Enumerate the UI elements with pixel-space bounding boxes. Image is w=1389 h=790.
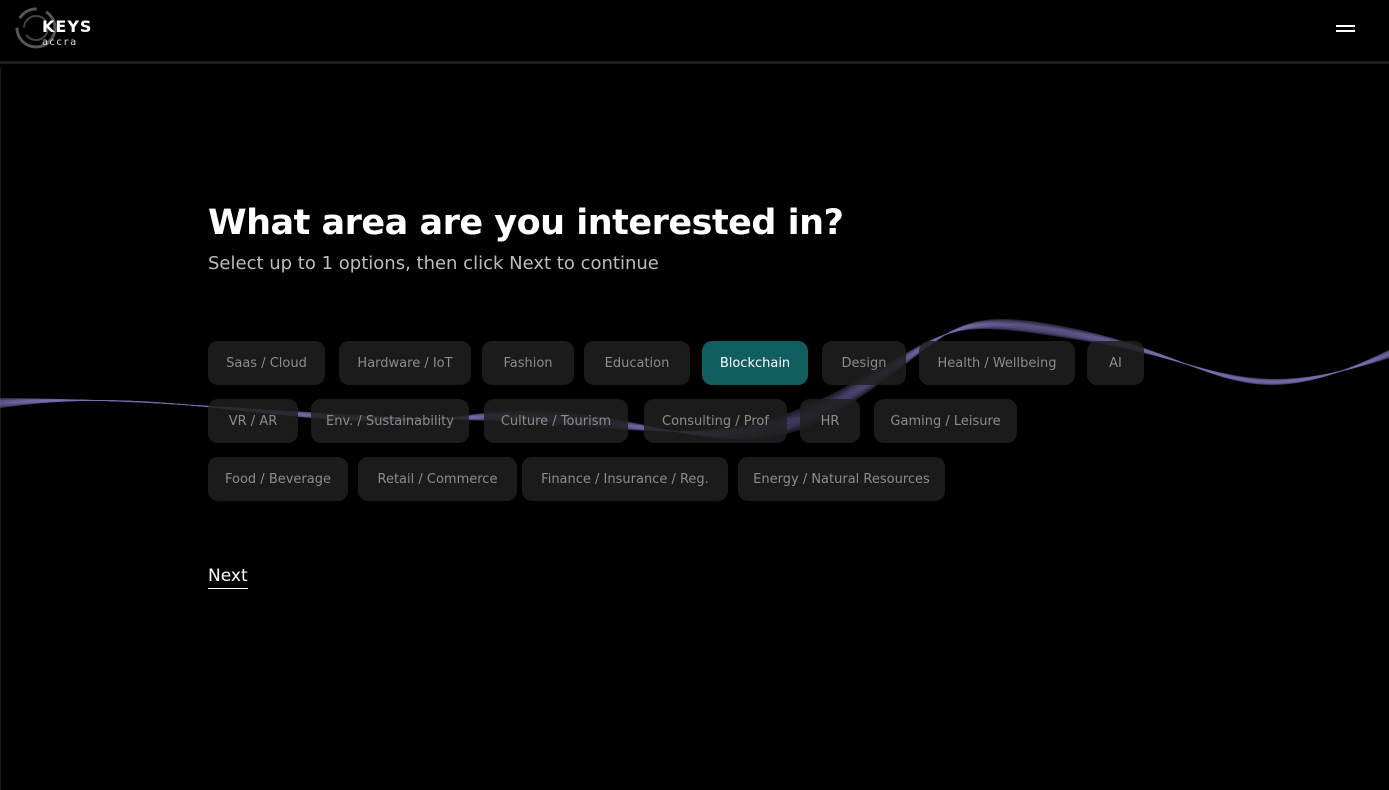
option-retail-commerce[interactable]: Retail / Commerce: [358, 457, 517, 501]
option-vr-ar[interactable]: VR / AR: [208, 399, 298, 443]
keys-logo[interactable]: KEYS accra: [14, 6, 104, 50]
option-education[interactable]: Education: [584, 341, 690, 385]
brand-name: KEYS: [42, 17, 93, 36]
option-health-wellbeing[interactable]: Health / Wellbeing: [919, 341, 1075, 385]
option-env-sustainability[interactable]: Env. / Sustainability: [311, 399, 469, 443]
top-bar: KEYS accra: [0, 0, 1389, 64]
option-gaming-leisure[interactable]: Gaming / Leisure: [874, 399, 1017, 443]
option-design[interactable]: Design: [822, 341, 906, 385]
next-button[interactable]: Next: [208, 566, 248, 589]
option-culture-tourism[interactable]: Culture / Tourism: [484, 399, 628, 443]
option-ai[interactable]: AI: [1087, 341, 1144, 385]
hamburger-icon[interactable]: [1334, 20, 1358, 36]
page-subtitle: Select up to 1 options, then click Next …: [208, 253, 659, 274]
option-hardware-iot[interactable]: Hardware / IoT: [339, 341, 471, 385]
option-hr[interactable]: HR: [800, 399, 860, 443]
option-saas-cloud[interactable]: Saas / Cloud: [208, 341, 325, 385]
option-food-beverage[interactable]: Food / Beverage: [208, 457, 348, 501]
page-title: What area are you interested in?: [208, 203, 844, 243]
brand-location: accra: [42, 37, 78, 48]
option-consulting-prof[interactable]: Consulting / Prof: [644, 399, 787, 443]
option-fashion[interactable]: Fashion: [482, 341, 574, 385]
option-blockchain[interactable]: Blockchain: [702, 341, 808, 385]
option-energy-natural-resources[interactable]: Energy / Natural Resources: [738, 457, 945, 501]
option-finance-insurance-reg[interactable]: Finance / Insurance / Reg.: [522, 457, 728, 501]
